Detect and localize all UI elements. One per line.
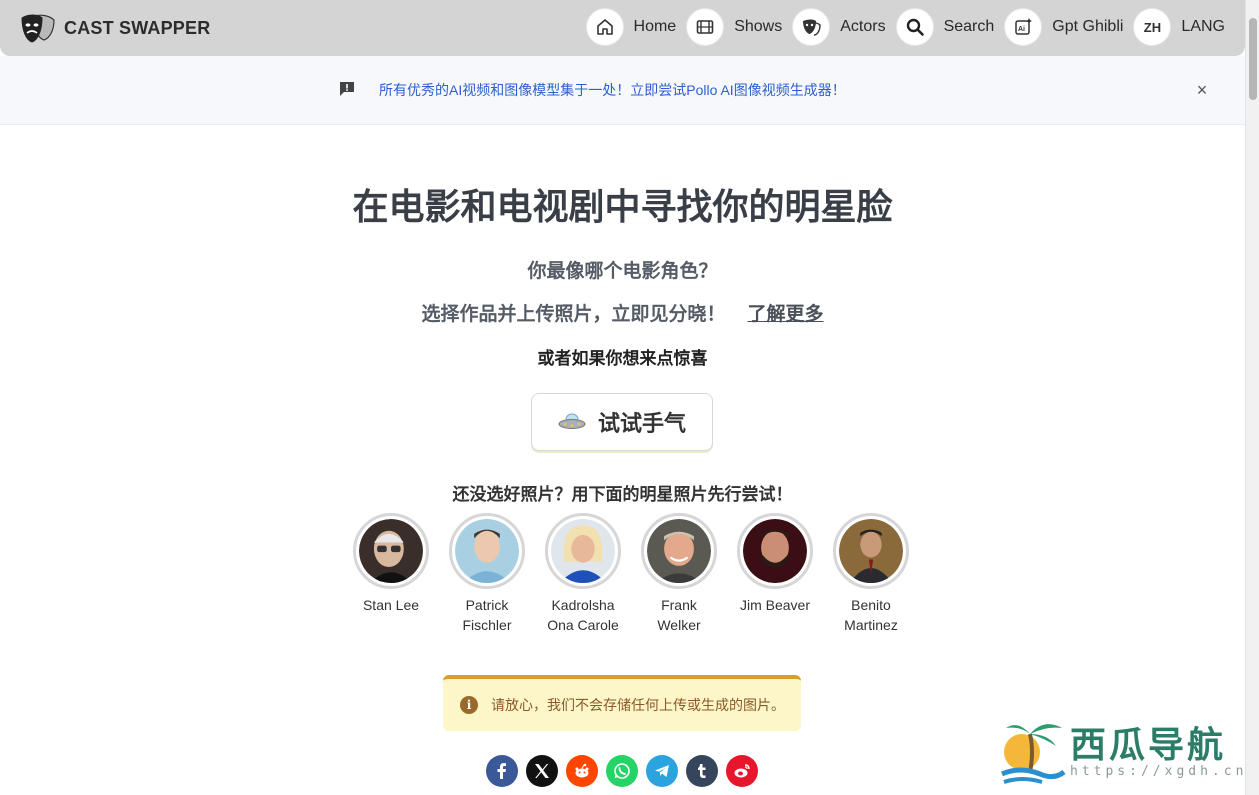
facebook-icon [497,763,506,779]
scrollbar-thumb[interactable] [1249,18,1257,100]
telegram-share-button[interactable] [646,755,678,787]
instruction-line: 选择作品并上传照片，立即见分晓！ 了解更多 [0,299,1245,326]
celeb-photo [551,519,615,583]
theater-masks-logo-icon [21,14,55,43]
instruction-text: 选择作品并上传照片，立即见分晓！ [421,304,726,325]
home-icon [585,8,624,46]
top-navbar: CAST SWAPPER Home Shows Actors Search Ai… [0,0,1245,56]
reddit-share-button[interactable] [566,755,598,787]
reddit-icon [575,763,589,778]
celeb-card[interactable]: Benito Martinez [823,513,919,635]
whatsapp-share-button[interactable] [606,755,638,787]
avatar [545,513,621,589]
nav-search[interactable]: Search [895,8,995,46]
svg-text:Ai: Ai [1018,26,1025,33]
tumblr-share-button[interactable] [686,755,718,787]
announcement-link[interactable]: 所有优秀的AI视频和图像模型集于一处！立即尝试Pollo AI图像视频生成器！ [379,80,846,100]
nav-actors-label: Actors [840,18,886,35]
nav-shows-label: Shows [734,18,783,35]
celeb-card[interactable]: Frank Welker [631,513,727,635]
privacy-notice: i 请放心，我们不会存储任何上传或生成的图片。 [443,675,801,731]
nav-shows[interactable]: Shows [686,8,782,46]
celeb-card[interactable]: Kadrolsha Ona Carole [535,513,631,635]
ufo-icon [558,413,586,429]
nav-search-label: Search [943,18,995,35]
avatar [641,513,717,589]
celeb-card[interactable]: Stan Lee [343,513,439,635]
celeb-photo [455,519,519,583]
surprise-text: 或者如果你想来点惊喜 [537,349,708,368]
celeb-name: Jim Beaver [739,597,811,613]
x-icon [535,764,549,778]
celeb-photo [839,519,903,583]
nav-language[interactable]: ZH LANG [1133,8,1225,46]
x-share-button[interactable] [526,755,558,787]
privacy-notice-text: 请放心，我们不会存储任何上传或生成的图片。 [491,697,785,713]
celeb-photo [743,519,807,583]
question-text: 你最像哪个电影角色？ [527,261,718,282]
language-badge: ZH [1143,19,1162,35]
celeb-name: Stan Lee [362,597,420,613]
film-icon [686,8,725,46]
message-alert-icon [340,82,354,96]
announcement-bar: 所有优秀的AI视频和图像模型集于一处！立即尝试Pollo AI图像视频生成器！ … [0,56,1245,125]
telegram-icon [655,765,669,777]
search-icon [895,8,934,46]
nav-gpt-ghibli[interactable]: Ai Gpt Ghibli [1004,8,1123,46]
celeb-card[interactable]: Patrick Fischler [439,513,535,635]
nav-home-label: Home [633,18,677,35]
learn-more-link[interactable]: 了解更多 [748,304,824,325]
weibo-icon [734,764,750,778]
nav-gpt-ghibli-label: Gpt Ghibli [1052,18,1124,35]
celeb-photo [647,519,711,583]
facebook-share-button[interactable] [486,755,518,787]
brand[interactable]: CAST SWAPPER [20,12,210,44]
avatar [737,513,813,589]
brand-name: CAST SWAPPER [64,17,211,38]
palm-island-logo-icon [1000,724,1066,784]
page-title: 在电影和电视剧中寻找你的明星脸 [352,186,893,227]
celeb-name: Patrick Fischler [462,597,512,633]
avatar [353,513,429,589]
watermark: 西瓜导航 https://xgdh.cn [1000,712,1245,792]
whatsapp-icon [614,763,630,779]
celeb-photo [359,519,423,583]
page-scrollbar[interactable] [1245,0,1259,795]
language-icon: ZH [1133,8,1172,46]
tumblr-icon [698,764,706,778]
avatar [833,513,909,589]
weibo-share-button[interactable] [726,755,758,787]
watermark-text: 西瓜导航 [1070,724,1227,766]
try-luck-label: 试试手气 [597,411,686,436]
celeb-name: Benito Martinez [844,597,898,633]
nav-actors[interactable]: Actors [792,8,886,46]
main-nav: Home Shows Actors Search Ai Gpt Ghibli Z… [576,8,1225,46]
watermark-url: https://xgdh.cn [1070,764,1248,779]
info-icon: i [460,696,478,714]
mask-icon [792,8,831,46]
celeb-name: Kadrolsha Ona Carole [547,597,619,633]
celeb-name: Frank Welker [657,597,701,633]
ai-image-icon: Ai [1004,8,1043,46]
share-buttons [486,755,766,787]
nav-home[interactable]: Home [585,8,677,46]
celeb-list: Stan Lee Patrick Fischler Kadrolsha Ona … [343,513,919,635]
try-luck-button[interactable]: 试试手气 [531,393,713,451]
celeb-card[interactable]: Jim Beaver [727,513,823,635]
close-icon[interactable]: × [1193,81,1211,99]
avatar [449,513,525,589]
nav-language-label: LANG [1181,18,1225,35]
celebs-section-title: 还没选好照片？用下面的明星照片先行尝试！ [452,485,793,504]
